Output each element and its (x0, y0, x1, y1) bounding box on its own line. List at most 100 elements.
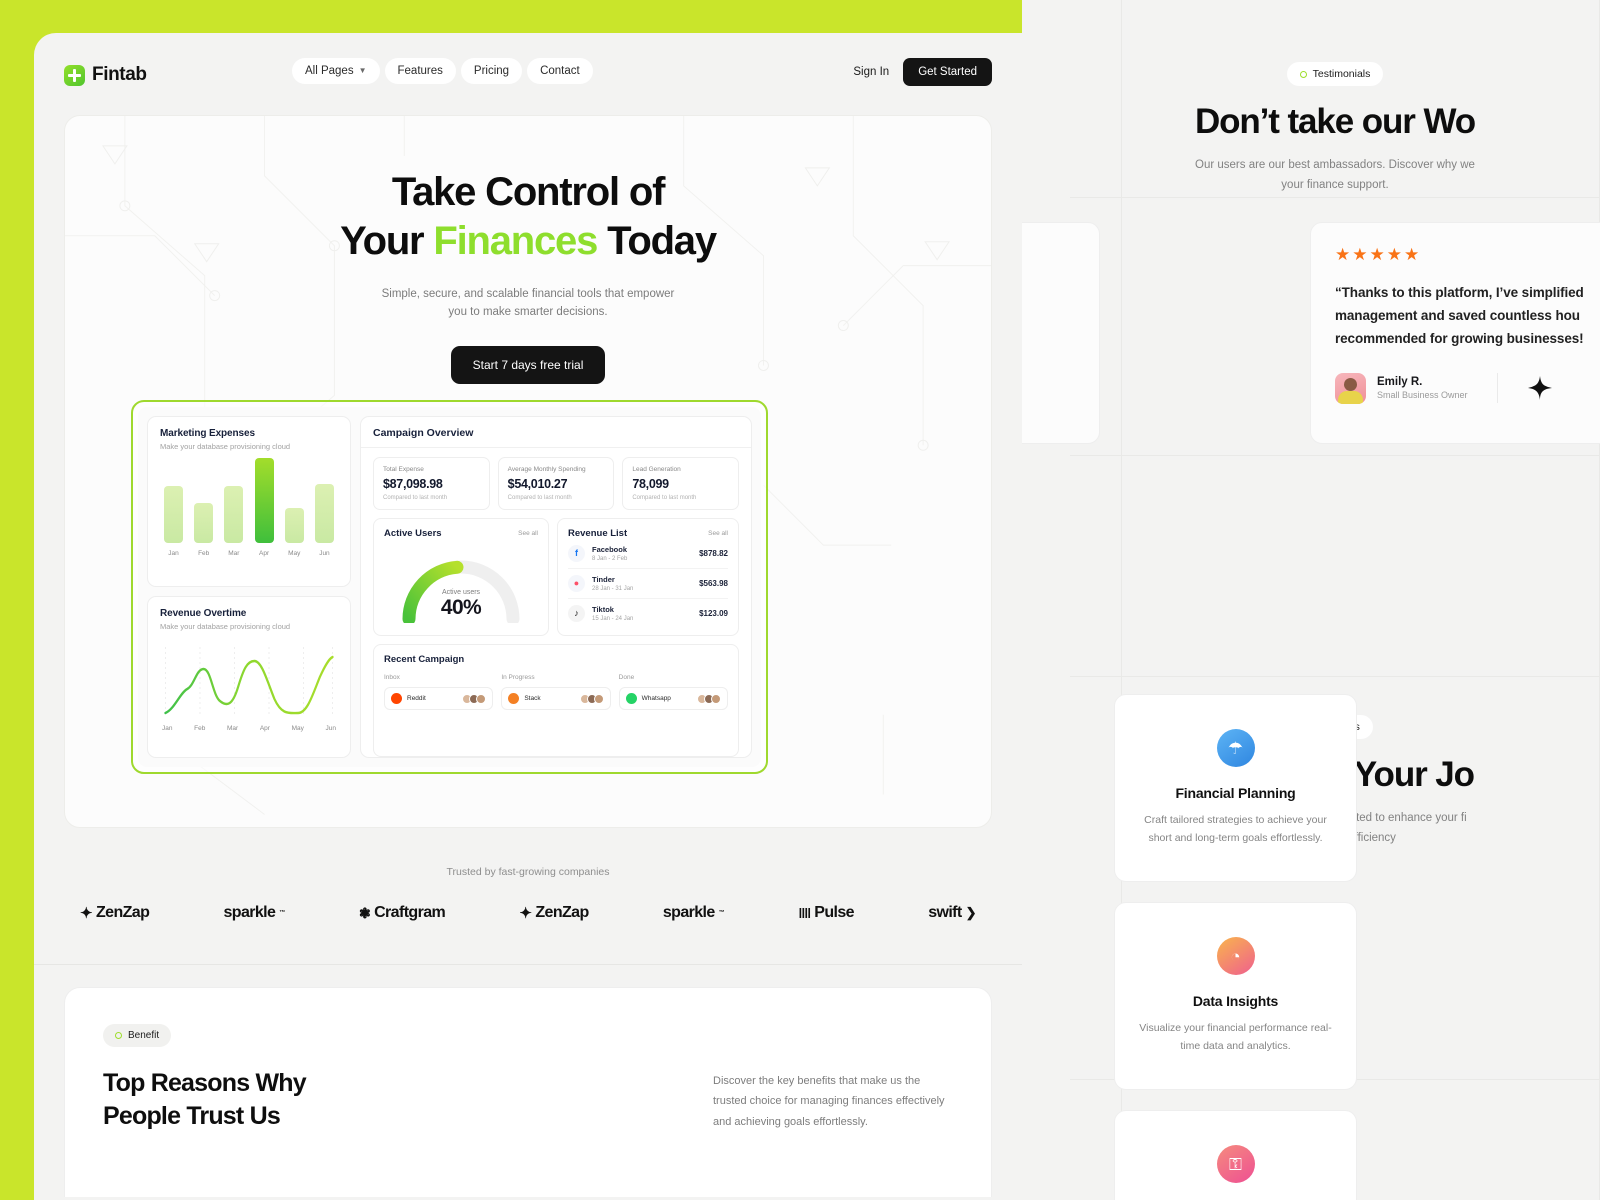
nav-actions: Sign In Get Started (853, 58, 992, 86)
nav-item-all-pages[interactable]: All Pages ▼ (292, 58, 380, 84)
testimonial-author: Emily R. Small Business Owner (1335, 372, 1600, 404)
nav-item-contact[interactable]: Contact (527, 58, 593, 84)
axis-tick-label: Jan (162, 725, 173, 732)
partner-logo: ‖‖ Pulse (798, 904, 854, 922)
partner-logo-label: ZenZap (535, 904, 589, 921)
campaign-chip-label: Whatsapp (641, 695, 671, 702)
testimonials-chip: Testimonials (1286, 62, 1384, 86)
revenue-list-card: Revenue List See all f Facebook 8 Jan - 2 … (557, 518, 739, 636)
testimonial-author-name: Emily R. (1377, 376, 1423, 389)
hero-content: Take Control of Your Finances Today Simp… (65, 116, 991, 384)
horizontal-rule-top (1070, 197, 1600, 198)
nav-item-pricing[interactable]: Pricing (460, 58, 523, 84)
avatar-stack (696, 693, 721, 704)
stat-label: Total Expense (383, 466, 424, 473)
tinder-icon: ● (568, 575, 585, 592)
feature-card[interactable]: ☂ Financial Planning Craft tailored strate… (1114, 694, 1357, 882)
sign-in-link[interactable]: Sign In (853, 66, 889, 78)
revenue-item-date: 28 Jan - 31 Jan (592, 585, 634, 592)
hero-title-line-1: Take Control of (391, 170, 666, 214)
hero-section: Take Control of Your Finances Today Simp… (64, 115, 992, 828)
active-users-title: Active Users (384, 528, 442, 539)
revenue-list-see-all-link[interactable]: See all (708, 530, 728, 537)
testimonials-heading: Don’t take our Wo (1194, 102, 1476, 141)
bar (224, 485, 244, 543)
dashboard-left-column: Marketing Expenses Make your database pr… (138, 407, 360, 767)
page-title: Take Control of Your Finances Today (65, 168, 991, 266)
revenue-overtime-x-axis: Jan Feb Mar Apr May Jun (160, 725, 338, 732)
revenue-list-title: Revenue List (568, 528, 628, 539)
active-users-percent: 40% (440, 596, 482, 619)
partner-logo: ✦ ZenZap (80, 904, 150, 922)
brand-name: Fintab (92, 64, 147, 85)
section-divider (34, 964, 1022, 965)
avatar-body (1338, 390, 1363, 404)
revenue-list-item[interactable]: ♪ Tiktok 15 Jan - 24 Jan $123.09 (568, 599, 728, 628)
trusted-by-label: Trusted by fast-growing companies (446, 866, 610, 878)
revenue-item-name: Tiktok (592, 605, 614, 615)
campaign-column: Done Whatsapp (618, 674, 728, 710)
stat-note: Compared to last month (383, 495, 448, 501)
campaign-chip[interactable]: Stack (501, 687, 611, 710)
revenue-list-item[interactable]: f Facebook 8 Jan - 2 Feb $878.82 (568, 539, 728, 569)
testimonials-subtitle-line-1: Our users are our best ambassadors. Disc… (1195, 159, 1475, 171)
axis-tick-label: Feb (194, 725, 206, 732)
testimonial-partial-footer (1022, 379, 1075, 399)
revenue-overtime-subtitle: Make your database provisioning cloud (160, 622, 291, 631)
feature-title: Data Insights (1192, 993, 1279, 1009)
nav-item-features[interactable]: Features (384, 58, 456, 84)
axis-tick-label: Mar (226, 725, 239, 732)
stat-note: Compared to last month (632, 495, 697, 501)
feature-card[interactable]: ⚿Secure AccessEnjoy advanced security me… (1114, 1110, 1357, 1200)
dashboard-inner: Marketing Expenses Make your database pr… (138, 407, 761, 767)
brand-logo[interactable]: Fintab (64, 64, 147, 86)
avatar-stack (579, 693, 604, 704)
marketing-expenses-title: Marketing Expenses (160, 428, 255, 439)
testimonials-subtitle: Our users are our best ambassadors. Disc… (1070, 156, 1600, 195)
revenue-item-amount: $123.09 (699, 609, 728, 618)
bar-column: Feb (194, 502, 214, 557)
get-started-button[interactable]: Get Started (903, 58, 992, 86)
recent-campaign-columns: Inbox Reddit In Progress Stack Done Whatsapp (384, 674, 728, 710)
campaign-chip[interactable]: Reddit (384, 687, 494, 710)
testimonial-quote: “Thanks to this platform, I’ve simplifie… (1335, 285, 1584, 347)
stat-label: Lead Generation (632, 466, 681, 473)
revenue-overtime-card: Revenue Overtime Make your database prov… (147, 596, 351, 758)
spark-icon: ✦ (519, 905, 532, 922)
benefit-heading-line-2: People Trust Us (103, 1101, 281, 1130)
stat-card: Average Monthly Spending $54,010.27 Compar… (497, 457, 615, 510)
star-icon: ★ (1386, 245, 1404, 264)
partner-logos: ✦ ZenZap sparkle ™ ❃ Craftgram ✦ ZenZap sparkle ™… (80, 904, 977, 922)
partner-logo: sparkle ™ (663, 904, 725, 922)
revenue-item-date: 15 Jan - 24 Jan (592, 615, 634, 622)
umbrella-icon: ☂ (1216, 729, 1255, 767)
stat-card: Total Expense $87,098.98 Compared to last … (373, 457, 490, 510)
avatar (476, 693, 487, 704)
active-users-value-block: Active users 40% (384, 589, 538, 620)
stat-note: Compared to last month (507, 495, 572, 501)
bar-column: Jun (314, 484, 334, 557)
bar-column: Mar (224, 485, 244, 557)
feature-card[interactable]: ◔ Data Insights Visualize your financial p… (1114, 902, 1357, 1090)
testimonial-card-partial: d the support team is professionals and (1022, 222, 1100, 444)
star-icon: ★ (1369, 245, 1387, 264)
campaign-chip[interactable]: Whatsapp (618, 687, 728, 710)
star-icon: ★ (1352, 245, 1370, 264)
revenue-list-item[interactable]: ● Tinder 28 Jan - 31 Jan $563.98 (568, 569, 728, 599)
benefit-chip: Benefit (103, 1024, 172, 1047)
partner-logo: ❃ Craftgram (359, 904, 446, 922)
feature-title: Financial Planning (1175, 785, 1296, 801)
campaign-overview-card: Campaign Overview Total Expense $87,098.9… (360, 416, 752, 758)
campaign-chip-label: Reddit (407, 695, 426, 702)
avatar (1335, 372, 1366, 404)
benefit-content: Top Reasons Why People Trust Us Discover… (103, 1067, 953, 1132)
start-free-trial-button[interactable]: Start 7 days free trial (450, 345, 606, 384)
avatar-stack (462, 693, 487, 704)
avatar (593, 693, 604, 704)
active-users-see-all-link[interactable]: See all (518, 530, 538, 537)
feature-description: Visualize your financial performance rea… (1139, 1022, 1332, 1053)
stack-icon (508, 693, 520, 704)
bar-label: Apr (259, 550, 270, 557)
star-icon: ★ (1404, 245, 1422, 264)
bar (164, 485, 183, 543)
